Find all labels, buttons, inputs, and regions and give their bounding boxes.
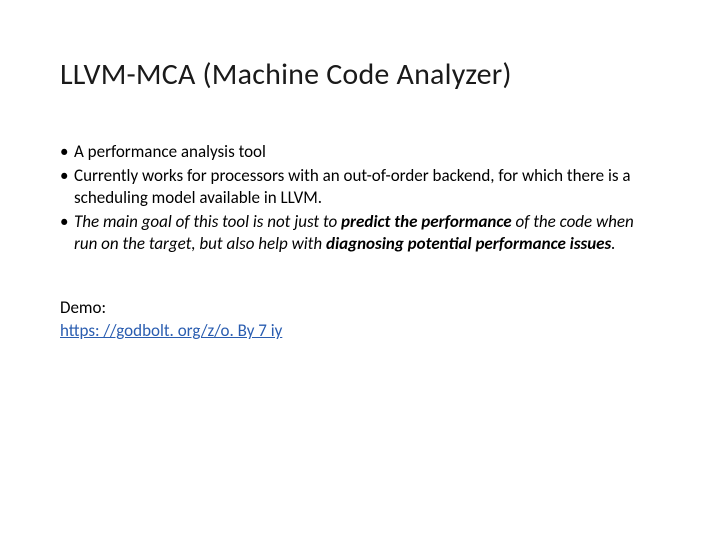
demo-label: Demo:: [60, 297, 660, 320]
bullet-list: A performance analysis tool Currently wo…: [60, 141, 660, 255]
demo-section: Demo: https: //godbolt. org/z/o. By 7 iy: [60, 297, 660, 343]
bullet-text-emphasis: predict the performance: [341, 211, 512, 232]
bullet-text-emphasis: diagnosing potential performance issues: [326, 233, 611, 254]
bullet-item: The main goal of this tool is not just t…: [60, 211, 660, 255]
bullet-item: Currently works for processors with an o…: [60, 165, 660, 209]
bullet-text-fragment: .: [611, 233, 615, 254]
demo-link[interactable]: https: //godbolt. org/z/o. By 7 iy: [60, 320, 282, 341]
bullet-text-fragment: The main goal of this tool is not just t…: [74, 211, 341, 232]
slide-title: LLVM-MCA (Machine Code Analyzer): [60, 56, 660, 93]
bullet-item: A performance analysis tool: [60, 141, 660, 163]
